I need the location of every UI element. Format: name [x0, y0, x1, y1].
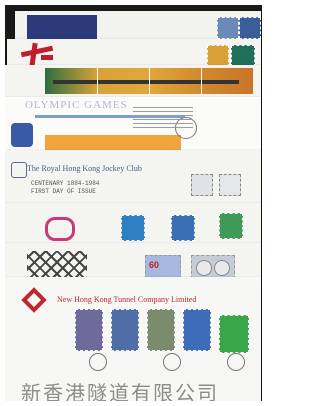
- postmark: [163, 353, 181, 371]
- stamp: [239, 17, 261, 39]
- coin-stamp: [191, 255, 235, 279]
- cover-5: The Royal Hong Kong Jockey Club CENTENAR…: [5, 150, 261, 208]
- stamp: [207, 45, 229, 67]
- blue-band: [27, 15, 97, 41]
- stamp: [147, 309, 175, 351]
- stamp-value: 60: [149, 260, 160, 270]
- cover-4: OLYMPIC GAMES: [5, 97, 261, 155]
- tunnel-company-title: New Hong Kong Tunnel Company Limited: [57, 295, 197, 304]
- cover-1: [15, 11, 261, 41]
- jockey-club-title: The Royal Hong Kong Jockey Club: [27, 164, 142, 173]
- cover-7: 60: [5, 243, 261, 281]
- pink-knot-ornament: [45, 217, 75, 241]
- dragon-boat-stamp-strip: [45, 68, 253, 94]
- hong-kong-emblem-icon: [11, 123, 33, 147]
- printed-text-block: [133, 107, 193, 131]
- stamp: [219, 315, 249, 353]
- horse-stamp: [191, 174, 213, 196]
- centenary-line: CENTENARY 1884-1984: [31, 180, 100, 187]
- fdc-stack: OLYMPIC GAMES The Royal Hong Kong Jockey…: [5, 5, 262, 401]
- horse-stamp: [219, 174, 241, 196]
- stamp: [217, 17, 239, 39]
- stamp: [219, 213, 243, 239]
- lattice-ornament: [27, 251, 87, 279]
- olympic-heading: OLYMPIC GAMES: [25, 99, 128, 111]
- stamp: [75, 309, 103, 351]
- cover-8: New Hong Kong Tunnel Company Limited 新香港…: [5, 277, 261, 401]
- stamp: [171, 215, 195, 241]
- tunnel-company-chinese-name: 新香港隧道有限公司: [21, 381, 219, 401]
- stamp: [183, 309, 211, 351]
- first-day-line: FIRST DAY OF ISSUE: [31, 188, 96, 195]
- stamp: 60: [145, 255, 181, 279]
- stamp: [231, 45, 255, 67]
- postmark: [227, 353, 245, 371]
- stamp: [121, 215, 145, 241]
- jockey-club-crest-icon: [11, 162, 27, 178]
- stamp: [111, 309, 139, 351]
- calligraphy-mark: [20, 42, 55, 68]
- cover-6: [5, 203, 261, 247]
- tunnel-logo-icon: [21, 287, 47, 313]
- postmark: [89, 353, 107, 371]
- cover-3: [5, 65, 261, 99]
